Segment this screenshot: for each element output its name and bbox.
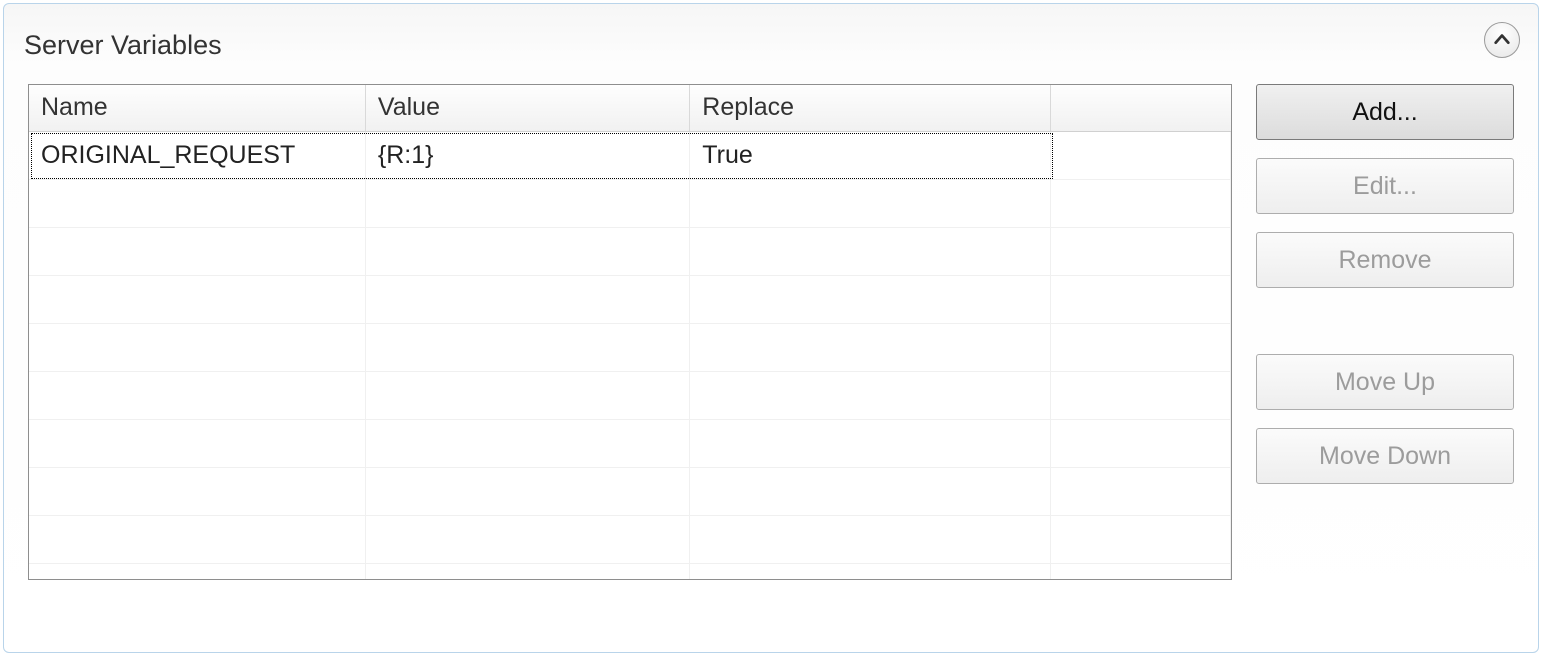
table-row[interactable] bbox=[29, 515, 1231, 563]
col-header-extra[interactable] bbox=[1050, 85, 1230, 131]
move-up-button[interactable]: Move Up bbox=[1256, 354, 1514, 410]
chevron-up-icon bbox=[1493, 31, 1511, 49]
cell-value: {R:1} bbox=[365, 131, 689, 179]
table-row[interactable] bbox=[29, 323, 1231, 371]
remove-button[interactable]: Remove bbox=[1256, 232, 1514, 288]
add-button[interactable]: Add... bbox=[1256, 84, 1514, 140]
table-row[interactable] bbox=[29, 419, 1231, 467]
cell-name: ORIGINAL_REQUEST bbox=[29, 131, 365, 179]
col-header-name[interactable]: Name bbox=[29, 85, 365, 131]
button-column: Add... Edit... Remove Move Up Move Down bbox=[1256, 84, 1514, 628]
table-row[interactable] bbox=[29, 227, 1231, 275]
table-row[interactable] bbox=[29, 371, 1231, 419]
col-header-replace[interactable]: Replace bbox=[690, 85, 1050, 131]
table-row[interactable] bbox=[29, 179, 1231, 227]
cell-replace: True bbox=[690, 131, 1050, 179]
table-row[interactable] bbox=[29, 467, 1231, 515]
collapse-button[interactable] bbox=[1484, 22, 1520, 58]
variables-grid[interactable]: Name Value Replace ORIGINAL_REQUEST {R:1… bbox=[28, 84, 1232, 580]
table-row[interactable]: ORIGINAL_REQUEST {R:1} True bbox=[29, 131, 1231, 179]
cell-extra bbox=[1050, 131, 1230, 179]
server-variables-panel: Server Variables Name Value Replace bbox=[3, 3, 1539, 653]
col-header-value[interactable]: Value bbox=[365, 85, 689, 131]
table-row[interactable] bbox=[29, 275, 1231, 323]
panel-content: Name Value Replace ORIGINAL_REQUEST {R:1… bbox=[28, 84, 1514, 628]
edit-button[interactable]: Edit... bbox=[1256, 158, 1514, 214]
panel-title: Server Variables bbox=[24, 30, 222, 61]
table-row[interactable] bbox=[29, 563, 1231, 580]
grid-header-row: Name Value Replace bbox=[29, 85, 1231, 131]
move-down-button[interactable]: Move Down bbox=[1256, 428, 1514, 484]
